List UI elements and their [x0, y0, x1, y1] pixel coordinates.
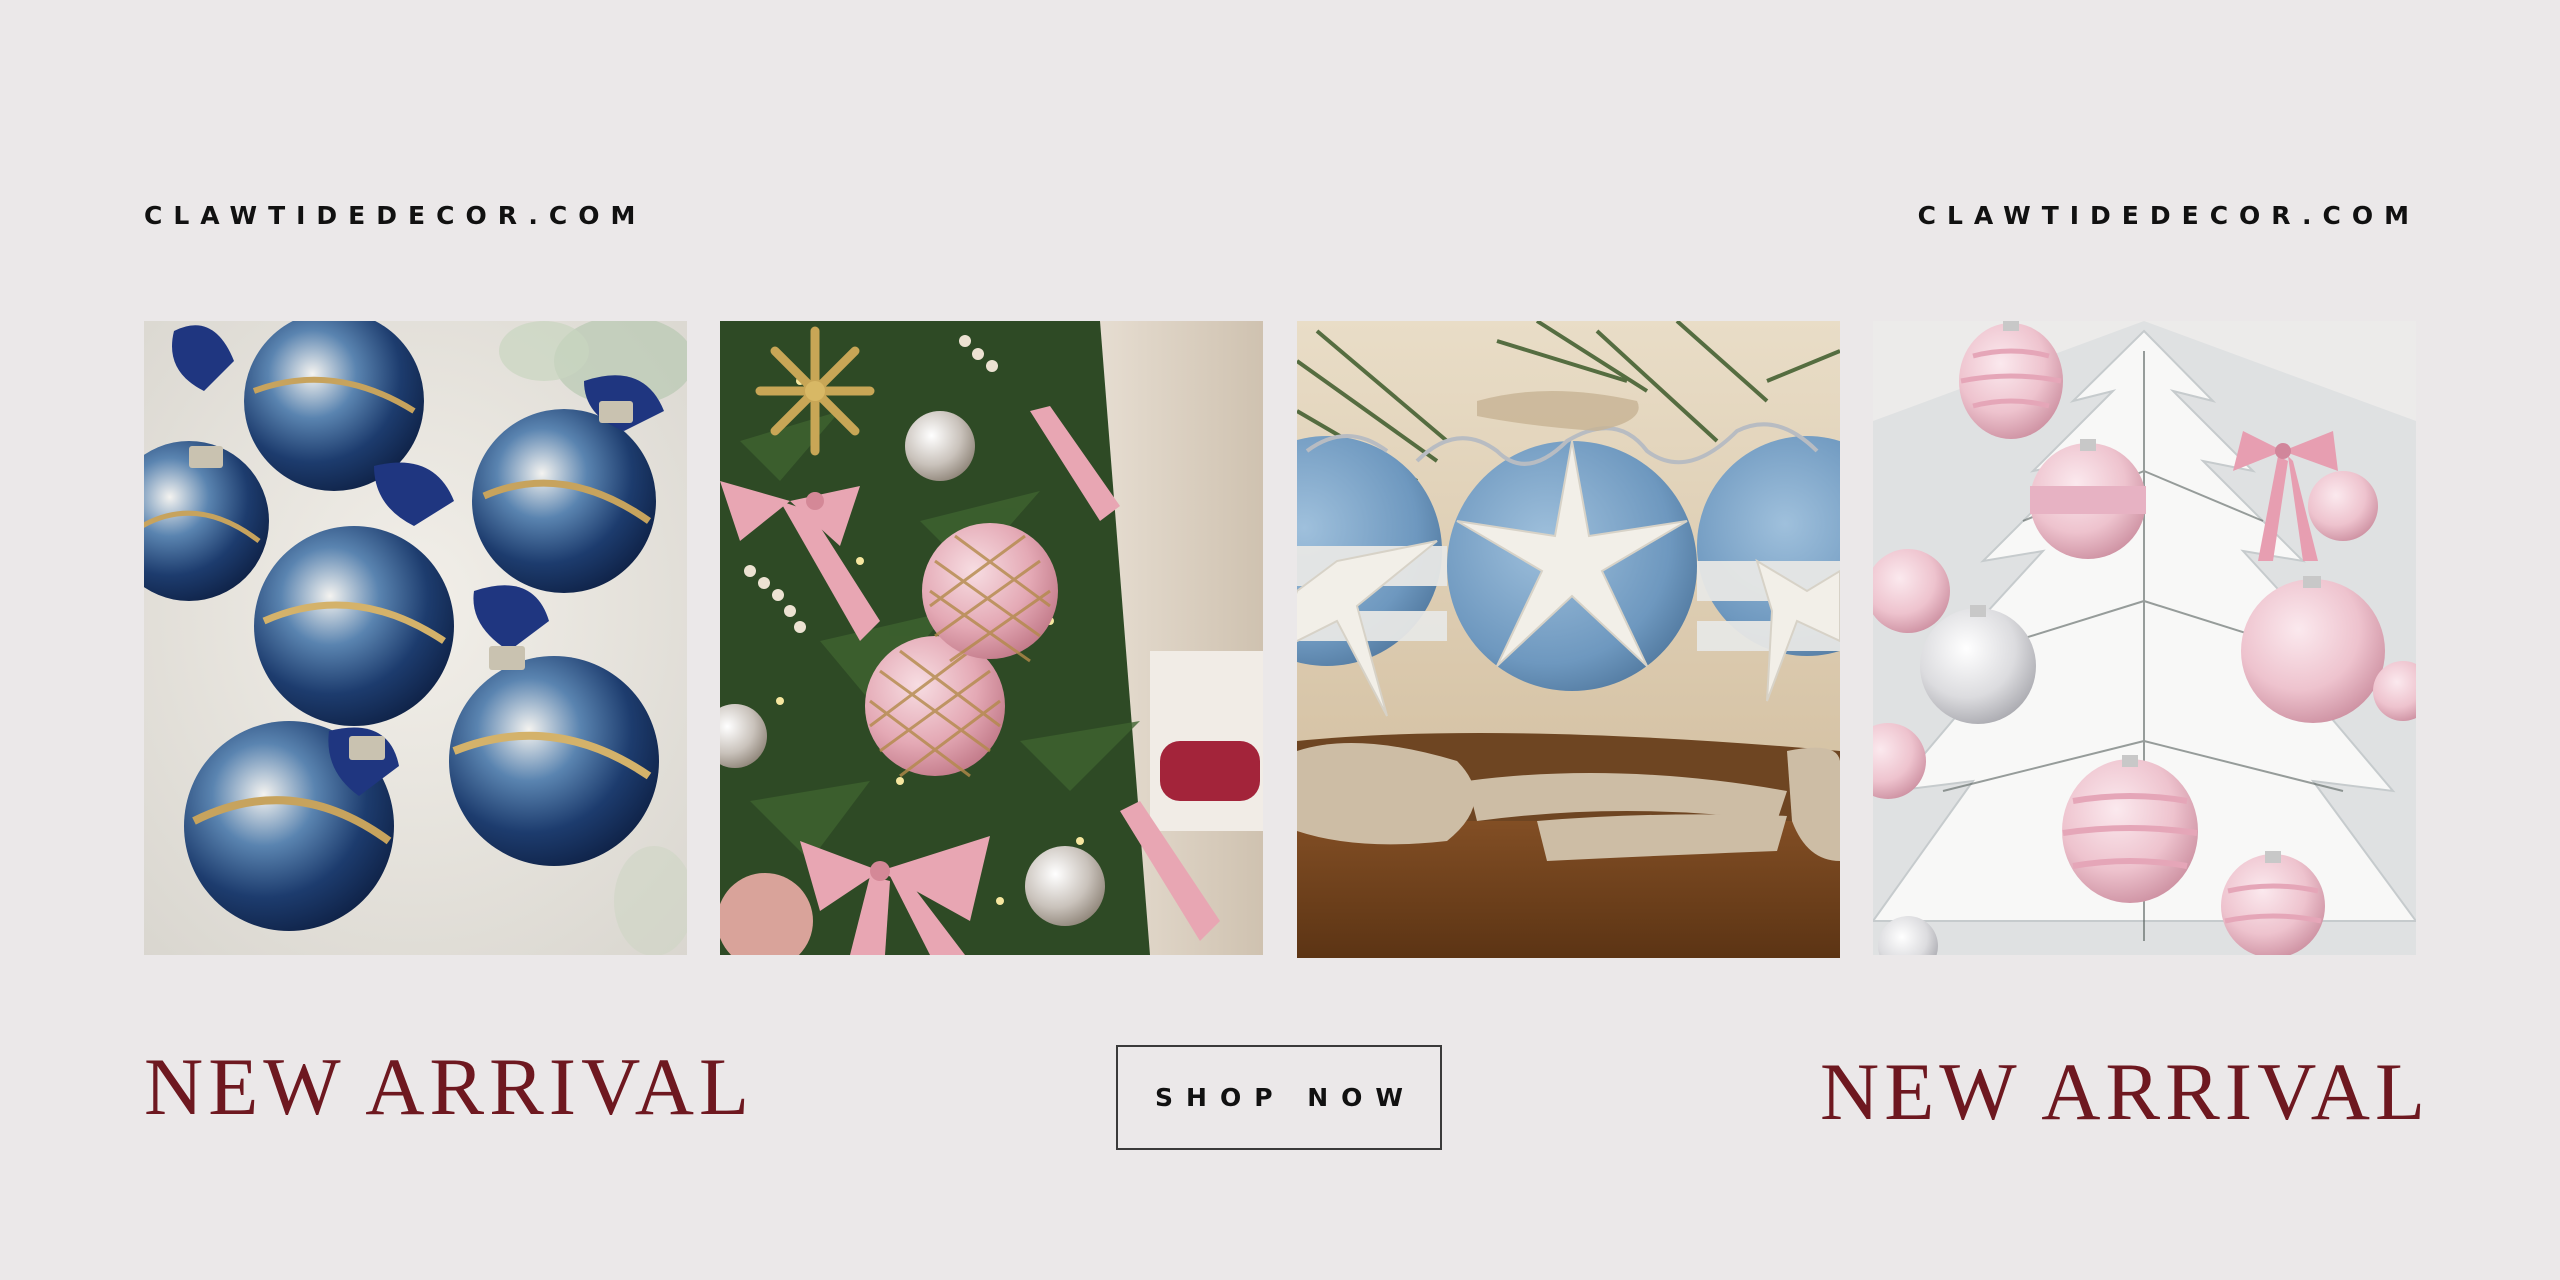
navy-ornaments-image — [144, 321, 687, 955]
product-photo-pink-bow-tree[interactable] — [720, 321, 1263, 955]
flocked-tree-image — [1873, 321, 2416, 955]
product-photo-flocked-tree[interactable] — [1873, 321, 2416, 955]
shop-now-button[interactable]: SHOP NOW — [1116, 1045, 1442, 1150]
starfish-ornaments-image — [1297, 321, 1840, 958]
brand-domain-right[interactable]: CLAWTIDEDECOR.COM — [1918, 198, 2420, 234]
headline-new-arrival-left: NEW ARRIVAL — [144, 1041, 755, 1132]
product-photo-navy-ornaments[interactable] — [144, 321, 687, 955]
product-photo-starfish-ornaments[interactable] — [1297, 321, 1840, 958]
headline-new-arrival-right: NEW ARRIVAL — [1820, 1046, 2431, 1137]
pink-bow-tree-image — [720, 321, 1263, 955]
banner: CLAWTIDEDECOR.COM CLAWTIDEDECOR.COM NEW … — [0, 0, 2560, 1280]
brand-domain-left[interactable]: CLAWTIDEDECOR.COM — [144, 198, 646, 234]
